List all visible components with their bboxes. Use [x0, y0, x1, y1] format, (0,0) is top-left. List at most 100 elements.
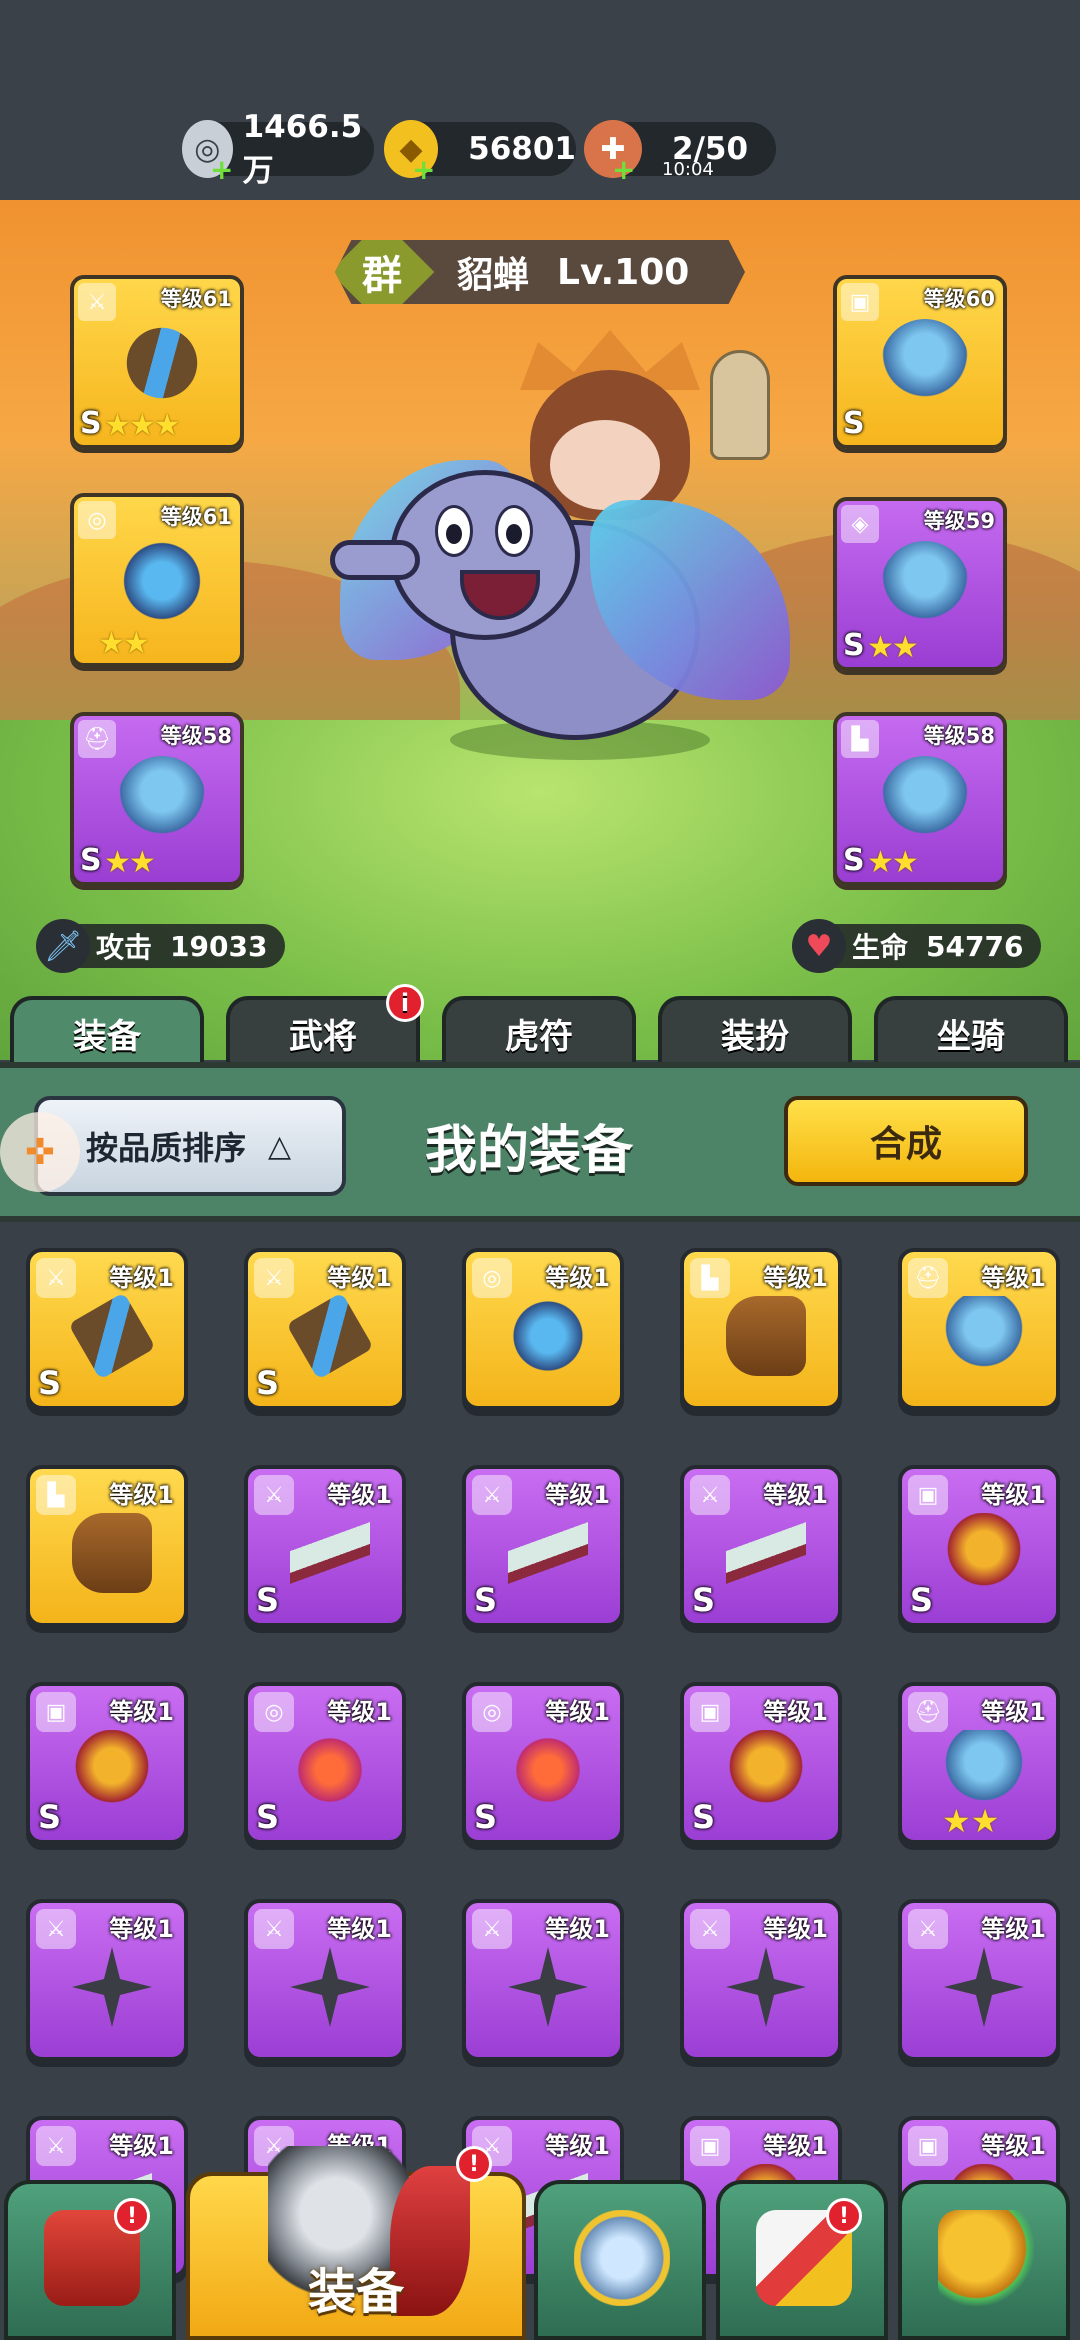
ice-armor-icon: [881, 319, 969, 407]
inventory-item[interactable]: ⚔ 等级1 S: [462, 1465, 624, 1627]
add-stamina-icon[interactable]: +: [612, 153, 635, 186]
inventory-item[interactable]: ▣ 等级1 S: [898, 1465, 1060, 1627]
stamina-currency[interactable]: ✚ 2/50 + 10:04: [584, 120, 776, 186]
star-rating: ★★: [104, 845, 156, 880]
silver-value: 1466.5万: [242, 108, 363, 189]
item-type-icon: ◎: [472, 1692, 512, 1732]
armor-icon: [726, 1730, 806, 1810]
inventory-item[interactable]: ⚔ 等级1: [244, 1899, 406, 2061]
item-level: 等级1: [981, 1915, 1046, 1943]
item-level: 等级1: [545, 1481, 610, 1509]
item-level: 等级1: [109, 1481, 174, 1509]
inventory-item[interactable]: ⚔ 等级1: [898, 1899, 1060, 2061]
inventory-item[interactable]: ⚔ 等级1 S: [244, 1248, 406, 1410]
silver-currency[interactable]: ◎ 1466.5万 +: [182, 109, 374, 189]
item-type-icon: ▣: [36, 1692, 76, 1732]
inventory-item[interactable]: ◎ 等级1 S: [244, 1682, 406, 1844]
boot-icon: [72, 1513, 152, 1593]
item-type-icon: ▣: [908, 2126, 948, 2166]
slot-level: 等级61: [160, 287, 232, 311]
item-level: 等级1: [763, 1698, 828, 1726]
grade-label: S: [80, 406, 102, 441]
inventory-item[interactable]: ⚔ 等级1: [462, 1899, 624, 2061]
nav-upgrade-button[interactable]: [898, 2180, 1070, 2340]
item-type-icon: ▣: [690, 1692, 730, 1732]
inventory-item[interactable]: ⚔ 等级1 S: [680, 1465, 842, 1627]
add-silver-icon[interactable]: +: [210, 153, 233, 186]
helm-icon: [944, 1296, 1024, 1376]
grade-label: S: [692, 1581, 716, 1619]
inventory-item[interactable]: ▙ 等级1: [26, 1465, 188, 1627]
inventory-item[interactable]: ◎ 等级1: [462, 1248, 624, 1410]
hero-name: 貂蝉: [457, 255, 530, 296]
inventory-item[interactable]: ▙ 等级1: [680, 1248, 842, 1410]
ice-boots-icon: [881, 756, 969, 844]
nav-equipment-button[interactable]: ! 装备: [186, 2146, 526, 2340]
item-level: 等级1: [763, 1915, 828, 1943]
add-gold-icon[interactable]: +: [412, 153, 435, 186]
equipped-boots-slot[interactable]: ▙ 等级58 S ★★: [833, 712, 1007, 886]
armor-type-icon: ▣: [841, 283, 879, 321]
equipped-necklace-slot[interactable]: ◎ 等级61 ★★: [70, 493, 244, 667]
helmet-type-icon: ⛑: [78, 720, 116, 758]
star-rating: ★★: [867, 630, 919, 665]
star-rating: ★★: [942, 1802, 1000, 1840]
item-level: 等级1: [327, 1915, 392, 1943]
inventory-item[interactable]: ⚔ 等级1 S: [244, 1465, 406, 1627]
inventory-item[interactable]: ⛑ 等级1: [898, 1248, 1060, 1410]
item-type-icon: ◎: [472, 1258, 512, 1298]
item-type-icon: ⚔: [690, 1909, 730, 1949]
inventory-title: 我的装备: [425, 1121, 634, 1181]
tab-general[interactable]: 武将 i: [226, 984, 424, 1066]
nav-battle-button[interactable]: [534, 2180, 706, 2340]
grade-label: S: [910, 1581, 934, 1619]
inventory-item[interactable]: ⛑ 等级1 ★★: [898, 1682, 1060, 1844]
top-bar: ◎ 1466.5万 + ◆ 56801 + ✚ 2/50 + 10:04: [0, 0, 1080, 200]
gamepad-float-icon[interactable]: ✜: [0, 1112, 80, 1192]
upgrade-fist-icon: [938, 2210, 1034, 2306]
armor-icon: [72, 1730, 152, 1810]
equipped-bracer-slot[interactable]: ◈ 等级59 S ★★: [833, 497, 1007, 671]
inventory-item[interactable]: ⚔ 等级1 S: [26, 1248, 188, 1410]
item-level: 等级1: [763, 2132, 828, 2160]
gold-currency[interactable]: ◆ 56801 +: [384, 120, 576, 186]
item-level: 等级1: [545, 1264, 610, 1292]
hero-character[interactable]: [330, 330, 790, 800]
tab-mount[interactable]: 坐骑: [874, 996, 1068, 1066]
item-type-icon: ⚔: [36, 1909, 76, 1949]
tab-tiger-tally[interactable]: 虎符: [442, 996, 636, 1066]
grade-label: S: [38, 1364, 62, 1402]
inventory-item[interactable]: ⚔ 等级1: [26, 1899, 188, 2061]
tab-equipment[interactable]: 装备: [10, 996, 204, 1066]
attack-value: 19033: [170, 929, 268, 963]
item-level: 等级1: [981, 2132, 1046, 2160]
merge-button[interactable]: 合成: [784, 1096, 1028, 1186]
item-type-icon: ⚔: [254, 1909, 294, 1949]
equipped-armor-slot[interactable]: ▣ 等级60 S: [833, 275, 1007, 449]
grade-label: S: [843, 628, 865, 663]
necklace-type-icon: ◎: [78, 501, 116, 539]
item-level: 等级1: [109, 1264, 174, 1292]
info-badge-icon: i: [386, 984, 424, 1022]
inventory-item[interactable]: ▣ 等级1 S: [680, 1682, 842, 1844]
shuriken-icon: [72, 1947, 152, 2027]
inventory-item[interactable]: ◎ 等级1 S: [462, 1682, 624, 1844]
ice-sword-icon: [113, 314, 211, 412]
item-type-icon: ⚔: [36, 1258, 76, 1298]
inventory-item[interactable]: ▣ 等级1 S: [26, 1682, 188, 1844]
nav-rewards-button[interactable]: !: [716, 2180, 888, 2340]
equipped-weapon-slot[interactable]: ⚔ 等级61 S ★★★: [70, 275, 244, 449]
nav-gate-button[interactable]: !: [4, 2180, 176, 2340]
equipped-helmet-slot[interactable]: ⛑ 等级58 S ★★: [70, 712, 244, 886]
hero-name-bar: 群 貂蝉 Lv.100: [335, 240, 745, 304]
sort-by-quality-button[interactable]: 按品质排序 △: [34, 1096, 346, 1196]
item-type-icon: ⚔: [690, 1475, 730, 1515]
grade-label: S: [256, 1364, 280, 1402]
inventory-item[interactable]: ⚔ 等级1: [680, 1899, 842, 2061]
shuriken-icon: [508, 1947, 588, 2027]
star-rating: ★★: [98, 626, 150, 661]
alert-badge-icon: !: [826, 2198, 862, 2234]
tab-costume[interactable]: 装扮: [658, 996, 852, 1066]
item-type-icon: ⚔: [472, 1909, 512, 1949]
gold-value: 56801: [468, 131, 576, 167]
